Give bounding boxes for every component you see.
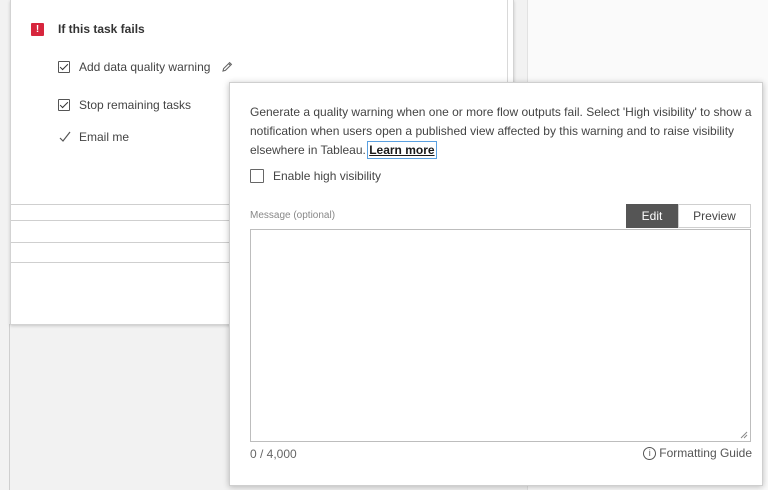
- divider: [11, 204, 251, 205]
- divider: [11, 220, 251, 221]
- description-text: Generate a quality warning when one or m…: [250, 105, 752, 157]
- stop-tasks-checkbox[interactable]: [58, 99, 70, 111]
- divider: [11, 262, 251, 263]
- tab-edit[interactable]: Edit: [626, 204, 678, 228]
- failure-section-title: If this task fails: [58, 22, 145, 36]
- data-quality-warning-popover: Generate a quality warning when one or m…: [229, 82, 763, 486]
- add-warning-checkbox[interactable]: [58, 61, 70, 73]
- learn-more-link[interactable]: Learn more: [367, 141, 437, 159]
- option-label: Stop remaining tasks: [79, 98, 192, 112]
- info-icon: i: [643, 446, 657, 460]
- message-label: Message (optional): [250, 210, 336, 221]
- option-stop-remaining-tasks[interactable]: Stop remaining tasks: [58, 98, 191, 112]
- option-label: Email me: [79, 130, 130, 144]
- divider: [9, 324, 10, 490]
- alert-icon: !: [31, 22, 44, 36]
- pencil-icon[interactable]: [220, 60, 234, 74]
- high-visibility-option[interactable]: Enable high visibility: [250, 169, 381, 183]
- message-tabs: Edit Preview: [626, 204, 751, 228]
- popover-description: Generate a quality warning when one or m…: [250, 103, 755, 160]
- resize-handle-icon[interactable]: [740, 431, 748, 439]
- formatting-guide-label: Formatting Guide: [659, 446, 752, 460]
- checkmark-icon[interactable]: [58, 130, 72, 144]
- character-count: 0 / 4,000: [250, 447, 297, 461]
- high-visibility-checkbox[interactable]: [250, 169, 264, 183]
- divider: [11, 242, 251, 243]
- option-add-data-quality-warning[interactable]: Add data quality warning: [58, 60, 234, 74]
- option-email-me[interactable]: Email me: [58, 130, 129, 144]
- high-visibility-label: Enable high visibility: [273, 169, 382, 183]
- option-label: Add data quality warning: [79, 60, 211, 74]
- formatting-guide-link[interactable]: i Formatting Guide: [643, 446, 752, 460]
- failure-section-header: ! If this task fails: [31, 22, 145, 36]
- tab-preview[interactable]: Preview: [678, 204, 751, 228]
- message-textarea[interactable]: [250, 229, 751, 442]
